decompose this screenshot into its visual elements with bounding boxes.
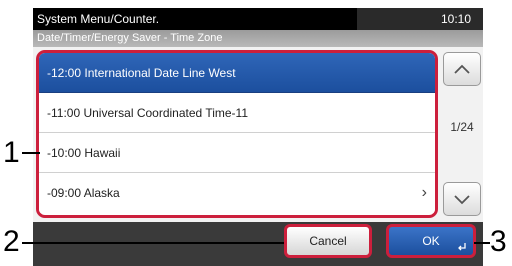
ok-button[interactable]: OK [386, 224, 476, 258]
bottom-bar: Cancel OK [33, 222, 483, 266]
callout-number-1: 1 [3, 136, 20, 169]
device-screen: System Menu/Counter. 10:10 Date/Timer/En… [33, 8, 483, 266]
content-area: -12:00 International Date Line West -11:… [33, 47, 483, 222]
list-item[interactable]: -12:00 International Date Line West [39, 53, 435, 93]
list-item-label: -09:00 Alaska [47, 186, 120, 200]
clock: 10:10 [440, 12, 471, 26]
top-bar: System Menu/Counter. 10:10 [33, 8, 483, 30]
list-item-label: -12:00 International Date Line West [47, 66, 236, 80]
list-item[interactable]: -11:00 Universal Coordinated Time-11 [39, 93, 435, 133]
callout-line-3 [474, 242, 490, 244]
chevron-right-icon: › [421, 184, 427, 201]
enter-icon [458, 243, 466, 251]
time-zone-list: -12:00 International Date Line West -11:… [36, 50, 438, 218]
scroll-up-button[interactable] [443, 52, 481, 86]
screen-title: System Menu/Counter. [33, 8, 357, 30]
list-item[interactable]: -10:00 Hawaii [39, 133, 435, 173]
callout-number-2: 2 [3, 225, 20, 258]
list-item-label: -10:00 Hawaii [47, 146, 121, 160]
scroll-controls: 1/24 [441, 50, 483, 218]
scroll-down-button[interactable] [443, 182, 481, 216]
cancel-button[interactable]: Cancel [284, 224, 372, 258]
cancel-button-label: Cancel [309, 234, 347, 248]
list-item[interactable]: -09:00 Alaska › [39, 173, 435, 213]
chevron-down-icon [454, 195, 470, 205]
list-item-label: -11:00 Universal Coordinated Time-11 [47, 106, 248, 120]
callout-line-1 [22, 152, 40, 154]
page-indicator: 1/24 [450, 120, 474, 134]
breadcrumb: Date/Timer/Energy Saver - Time Zone [33, 30, 483, 47]
chevron-up-icon [454, 64, 470, 74]
callout-number-3: 3 [490, 225, 507, 258]
ok-button-label: OK [422, 234, 440, 248]
callout-line-2 [22, 242, 284, 244]
